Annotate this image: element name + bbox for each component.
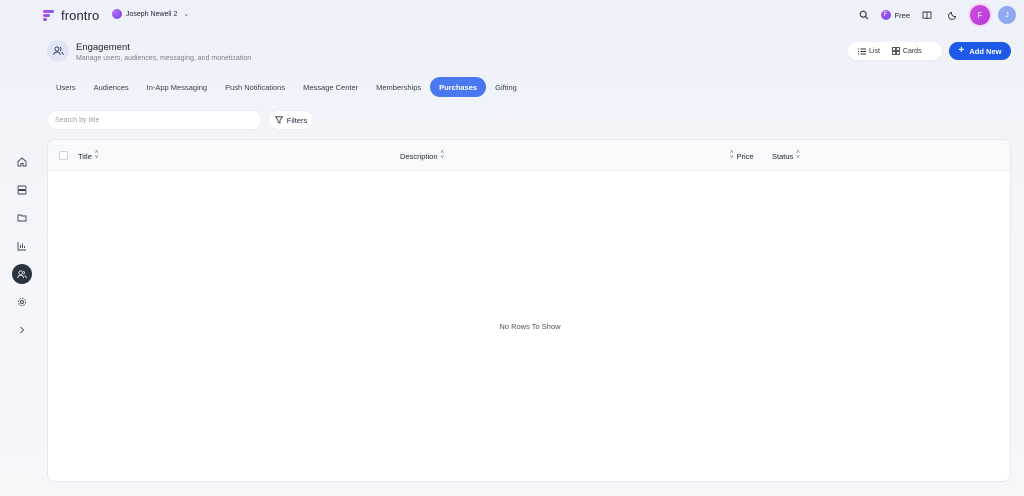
tab-message-center[interactable]: Message Center: [294, 77, 367, 97]
sidebar: [12, 152, 32, 348]
column-header-price[interactable]: ˄ ˅ Price: [730, 150, 754, 161]
tab-memberships[interactable]: Memberships: [367, 77, 430, 97]
column-header-status[interactable]: Status ˄ ˅: [772, 150, 800, 161]
tab-users[interactable]: Users: [47, 77, 85, 97]
tab-in-app-messaging[interactable]: In-App Messaging: [138, 77, 216, 97]
tab-audiences[interactable]: Audiences: [85, 77, 138, 97]
filters-button[interactable]: Filters: [268, 110, 314, 130]
chart-icon[interactable]: [12, 236, 32, 256]
sort-icon: ˄ ˅: [796, 150, 800, 161]
column-header-title[interactable]: Title ˄ ˅: [78, 150, 99, 161]
workspace-avatar: [112, 9, 122, 19]
chevron-down-icon: ⌄: [183, 11, 190, 18]
plan-icon: F: [880, 10, 891, 20]
cards-view-button[interactable]: Cards: [886, 44, 928, 58]
tab-push-notifications[interactable]: Push Notifications: [216, 77, 294, 97]
user-avatar[interactable]: J: [998, 6, 1016, 24]
list-view-label: List: [869, 47, 880, 55]
top-bar: frontro Joseph Newell 2 ⌄ F Free F J: [0, 0, 1024, 32]
column-title-label: Title: [78, 151, 92, 161]
app-logo[interactable]: frontro: [43, 8, 99, 23]
home-icon[interactable]: [12, 152, 32, 172]
plus-icon: +: [958, 45, 965, 56]
select-all-checkbox[interactable]: [59, 151, 68, 160]
database-icon[interactable]: [12, 180, 32, 200]
plan-badge[interactable]: F Free: [880, 10, 910, 20]
empty-state-text: No Rows To Show: [499, 322, 561, 331]
book-icon[interactable]: [918, 6, 936, 24]
logo-icon: [43, 9, 56, 22]
filters-label: Filters: [286, 115, 308, 125]
column-description-label: Description: [400, 151, 438, 161]
list-view-button[interactable]: List: [852, 44, 886, 58]
engagement-users-icon[interactable]: [12, 264, 32, 284]
cards-view-label: Cards: [902, 47, 922, 55]
search-icon[interactable]: [855, 6, 873, 24]
folder-icon[interactable]: [12, 208, 32, 228]
table-header: Title ˄ ˅ Description ˄ ˅ ˄ ˅ Price Status …: [48, 140, 1010, 171]
plan-label: Free: [894, 10, 910, 20]
gear-icon[interactable]: [12, 292, 32, 312]
column-price-label: Price: [736, 151, 754, 161]
purchases-table: Title ˄ ˅ Description ˄ ˅ ˄ ˅ Price Status …: [47, 139, 1011, 482]
tab-bar: Users Audiences In-App Messaging Push No…: [47, 77, 526, 97]
column-header-description[interactable]: Description ˄ ˅: [400, 150, 445, 161]
sort-icon: ˄ ˅: [730, 150, 734, 161]
column-status-label: Status: [772, 151, 794, 161]
filter-icon: [274, 116, 283, 124]
search-input[interactable]: Search by title: [47, 110, 262, 130]
add-new-label: Add New: [969, 46, 1002, 56]
chevron-right-icon[interactable]: [12, 320, 32, 340]
moon-icon[interactable]: [944, 6, 962, 24]
add-new-button[interactable]: + Add New: [949, 42, 1011, 60]
page-title: Engagement: [76, 42, 130, 53]
workspace-name: Joseph Newell 2: [126, 10, 178, 18]
sort-icon: ˄ ˅: [440, 150, 445, 161]
top-right-actions: F Free F J: [855, 5, 1016, 25]
list-icon: [858, 48, 866, 54]
view-toggle: List Cards: [848, 42, 942, 60]
sort-icon: ˄ ˅: [94, 150, 99, 161]
tab-gifting[interactable]: Gifting: [486, 77, 526, 97]
page-subtitle: Manage users, audiences, messaging, and …: [76, 55, 252, 62]
user-avatar-primary[interactable]: F: [970, 5, 990, 25]
users-icon: [47, 40, 69, 62]
grid-icon: [892, 47, 900, 55]
tab-purchases[interactable]: Purchases: [430, 77, 487, 97]
workspace-switcher[interactable]: Joseph Newell 2 ⌄: [112, 9, 189, 19]
app-name: frontro: [61, 8, 100, 23]
